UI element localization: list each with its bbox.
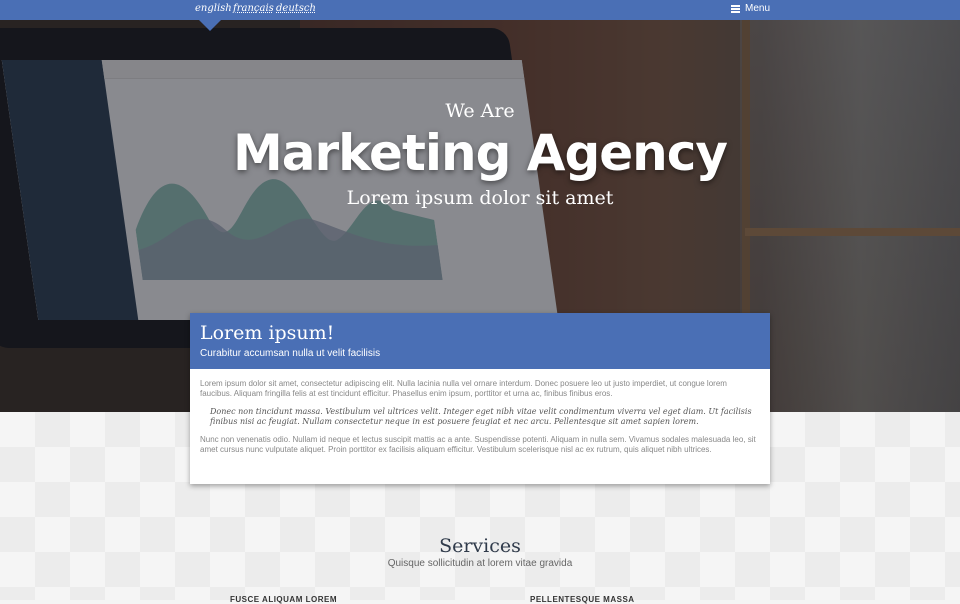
card-body: Lorem ipsum dolor sit amet, consectetur … [200, 379, 760, 455]
lang-german-link[interactable]: deutsch [276, 3, 316, 14]
top-nav: english français deutsch Menu [0, 0, 960, 20]
card-subtitle: Curabitur accumsan nulla ut velit facili… [200, 348, 381, 359]
active-language-caret [199, 20, 221, 31]
card-header: Lorem ipsum! Curabitur accumsan nulla ut… [190, 313, 770, 369]
services-title: Services [439, 535, 521, 557]
hero-pre-title: We Are [445, 100, 515, 122]
intro-card: Lorem ipsum! Curabitur accumsan nulla ut… [190, 313, 770, 484]
lang-french-link[interactable]: français [233, 3, 274, 14]
card-paragraph-2: Nunc non venenatis odio. Nullam id neque… [200, 435, 756, 454]
lang-english-link[interactable]: english [195, 3, 232, 14]
menu-label: Menu [744, 3, 770, 14]
card-title: Lorem ipsum! [200, 322, 335, 344]
hero-title: Marketing Agency [232, 124, 728, 182]
menu-button[interactable]: Menu [730, 3, 770, 14]
card-paragraph-1: Lorem ipsum dolor sit amet, consectetur … [200, 379, 727, 398]
card-quote: Donec non tincidunt massa. Vestibulum ve… [210, 407, 752, 426]
services-subtitle: Quisque sollicitudin at lorem vitae grav… [387, 558, 573, 569]
hamburger-icon [730, 5, 740, 13]
hero-subtitle: Lorem ipsum dolor sit amet [346, 187, 614, 209]
